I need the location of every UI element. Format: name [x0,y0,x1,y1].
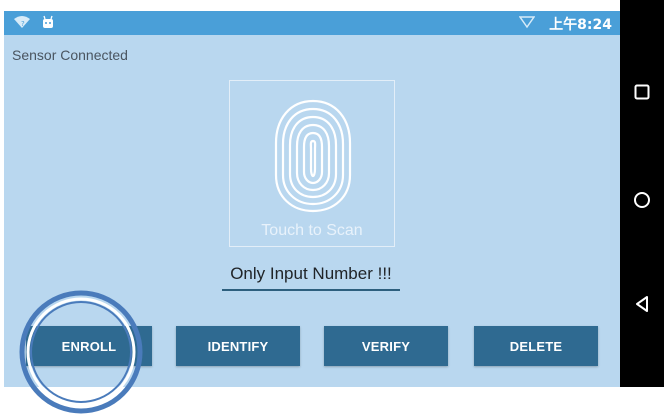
number-input[interactable]: Only Input Number !!! [222,261,400,291]
back-icon[interactable] [628,290,656,318]
wifi-icon: ? [13,15,31,34]
recent-apps-icon[interactable] [628,78,656,106]
app-screen: ? 上午8:24 Sensor Connected Touch to Scan … [4,11,620,387]
clock: 上午8:24 [549,17,612,33]
svg-text:?: ? [21,20,25,28]
status-bar: ? 上午8:24 [4,11,620,35]
signal-icon [518,15,536,34]
android-icon [41,15,55,34]
delete-button[interactable]: DELETE [474,326,598,366]
home-icon[interactable] [628,186,656,214]
navigation-bar [620,0,664,387]
scan-prompt: Touch to Scan [261,222,363,239]
enroll-button[interactable]: ENROLL [26,326,152,366]
identify-button[interactable]: IDENTIFY [176,326,300,366]
sensor-status: Sensor Connected [12,47,128,63]
verify-button[interactable]: VERIFY [324,326,448,366]
scan-area[interactable]: Touch to Scan [229,80,395,247]
fingerprint-icon [270,97,356,220]
